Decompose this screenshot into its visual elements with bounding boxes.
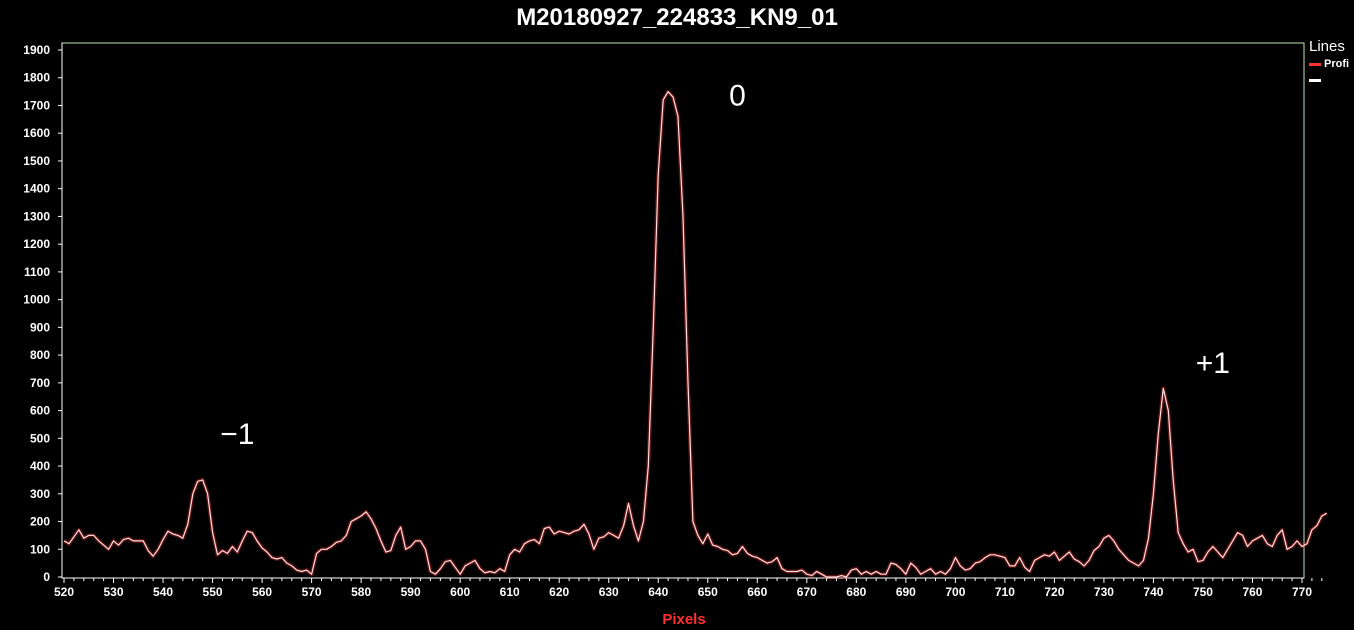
y-tick-label: 1000 xyxy=(23,293,50,307)
order-annotation: +1 xyxy=(1196,347,1230,380)
legend-swatch xyxy=(1309,78,1321,82)
x-tick-label: 720 xyxy=(1044,585,1064,599)
y-tick-label: 500 xyxy=(30,431,50,445)
series-line-glow xyxy=(63,89,1328,579)
x-tick-label: 530 xyxy=(104,585,124,599)
x-tick-label: 540 xyxy=(153,585,173,599)
x-tick-label: 680 xyxy=(846,585,866,599)
x-tick-label: 750 xyxy=(1193,585,1213,599)
legend-item-2 xyxy=(1309,72,1354,88)
x-tick-label: 700 xyxy=(945,585,965,599)
y-tick-label: 1500 xyxy=(23,154,50,168)
plot-area-frame xyxy=(61,42,1305,579)
y-tick-label: 1900 xyxy=(23,43,50,57)
x-axis: 520 530 540 550 560 570 580 590 600 610 620 630 640 6… xyxy=(54,577,1323,599)
x-tick-label: 520 xyxy=(54,585,74,599)
y-tick-label: 1600 xyxy=(23,126,50,140)
y-tick-label: 1400 xyxy=(23,182,50,196)
y-tick-label: 1800 xyxy=(23,71,50,85)
x-axis-label: Pixels xyxy=(662,611,705,628)
order-annotation: −1 xyxy=(220,418,254,451)
y-tick-label: 600 xyxy=(30,404,50,418)
y-tick-label: 300 xyxy=(30,487,50,501)
x-tick-label: 650 xyxy=(698,585,718,599)
legend-label: Profi xyxy=(1324,58,1350,70)
x-tick-label: 620 xyxy=(549,585,569,599)
series-layer xyxy=(63,89,1328,579)
x-tick-label: 550 xyxy=(203,585,223,599)
order-annotation: 0 xyxy=(729,79,746,112)
series-line-profile xyxy=(63,90,1328,578)
x-tick-label: 570 xyxy=(302,585,322,599)
x-tick-label: 590 xyxy=(401,585,421,599)
y-tick-label: 400 xyxy=(30,459,50,473)
x-tick-label: 740 xyxy=(1143,585,1163,599)
y-tick-label: 1200 xyxy=(23,237,50,251)
x-tick-label: 660 xyxy=(747,585,767,599)
legend-swatch xyxy=(1309,62,1321,66)
x-tick-label: 670 xyxy=(797,585,817,599)
x-tick-label: 730 xyxy=(1094,585,1114,599)
y-tick-label: 0 xyxy=(43,570,50,584)
x-tick-label: 610 xyxy=(500,585,520,599)
y-tick-label: 700 xyxy=(30,376,50,390)
y-axis: 0 100 200 300 400 500 600 700 800 900 1000 1100 1200… xyxy=(23,43,63,584)
y-tick-label: 1700 xyxy=(23,98,50,112)
x-tick-label: 580 xyxy=(351,585,371,599)
x-tick-label: 690 xyxy=(896,585,916,599)
y-tick-label: 1300 xyxy=(23,209,50,223)
legend: Lines Profi xyxy=(1309,38,1354,98)
legend-title: Lines xyxy=(1309,38,1345,55)
annotation-layer: −1 0 +1 xyxy=(220,79,1230,450)
x-tick-label: 770 xyxy=(1292,585,1312,599)
x-tick-label: 710 xyxy=(995,585,1015,599)
x-tick-label: 560 xyxy=(252,585,272,599)
y-tick-label: 900 xyxy=(30,320,50,334)
y-tick-label: 800 xyxy=(30,348,50,362)
y-tick-label: 1100 xyxy=(24,265,50,279)
x-tick-label: 640 xyxy=(648,585,668,599)
line-chart: 0 100 200 300 400 500 600 700 800 900 1000 1100 1200… xyxy=(23,42,1328,628)
y-tick-label: 100 xyxy=(30,542,50,556)
x-tick-label: 760 xyxy=(1242,585,1262,599)
y-tick-label: 200 xyxy=(30,515,50,529)
x-tick-label: 600 xyxy=(450,585,470,599)
legend-item-profile: Profi xyxy=(1309,56,1354,72)
x-tick-label: 630 xyxy=(599,585,619,599)
